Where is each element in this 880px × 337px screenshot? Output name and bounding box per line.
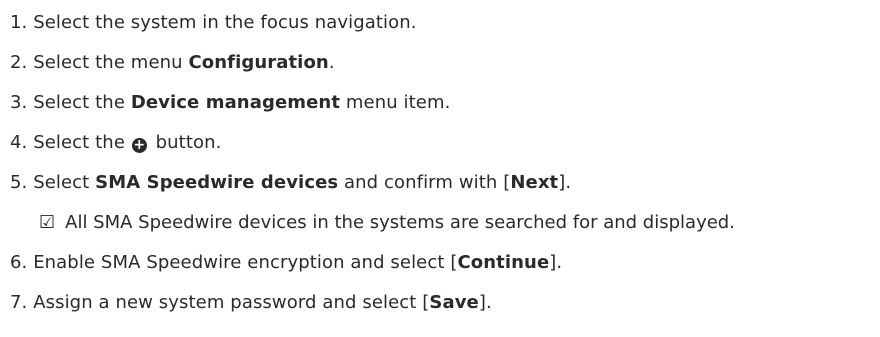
step-6: 6. Enable SMA Speedwire encryption and s… <box>10 251 562 275</box>
step-text-end: . <box>328 52 335 73</box>
step-text: Select the menu <box>27 52 189 73</box>
step-text: Select the system in the focus navigatio… <box>27 12 417 33</box>
step-number: 2. <box>10 52 28 73</box>
menu-item-name: Device management <box>130 92 341 113</box>
checkbox-checked-icon: ☑ <box>39 212 56 233</box>
step-2: 2. Select the menu Configuration. <box>10 51 335 75</box>
step-text-end: ]. <box>478 292 492 313</box>
step-1: 1. Select the system in the focus naviga… <box>10 11 417 35</box>
plus-circle-icon: + <box>131 137 147 153</box>
instruction-list: 1. Select the system in the focus naviga… <box>0 0 880 337</box>
step-result: ☑ All SMA Speedwire devices in the system… <box>39 211 735 235</box>
button-name: Continue <box>457 252 550 273</box>
step-number: 5. <box>10 172 28 193</box>
step-number: 3. <box>10 92 28 113</box>
step-text-end: ]. <box>549 252 563 273</box>
step-number: 1. <box>10 12 28 33</box>
step-number: 6. <box>10 252 28 273</box>
option-name: SMA Speedwire devices <box>95 172 339 193</box>
menu-name: Configuration <box>188 52 329 73</box>
step-3: 3. Select the Device management menu ite… <box>10 91 450 115</box>
button-name: Save <box>429 292 479 313</box>
step-number: 4. <box>10 132 28 153</box>
step-text: Enable SMA Speedwire encryption and sele… <box>27 252 458 273</box>
step-text-end: ]. <box>558 172 572 193</box>
step-text-mid: and confirm with [ <box>338 172 511 193</box>
step-text: Select <box>27 172 96 193</box>
step-number: 7. <box>10 292 28 313</box>
step-text: Assign a new system password and select … <box>27 292 430 313</box>
button-name: Next <box>510 172 559 193</box>
result-text: All SMA Speedwire devices in the systems… <box>65 212 735 233</box>
step-7: 7. Assign a new system password and sele… <box>10 291 492 315</box>
step-5: 5. Select SMA Speedwire devices and conf… <box>10 171 571 195</box>
step-text-end: menu item. <box>340 92 451 113</box>
step-text: Select the <box>27 132 131 153</box>
step-text-end: button. <box>149 132 222 153</box>
step-text: Select the <box>27 92 131 113</box>
step-4: 4. Select the + button. <box>10 131 221 155</box>
